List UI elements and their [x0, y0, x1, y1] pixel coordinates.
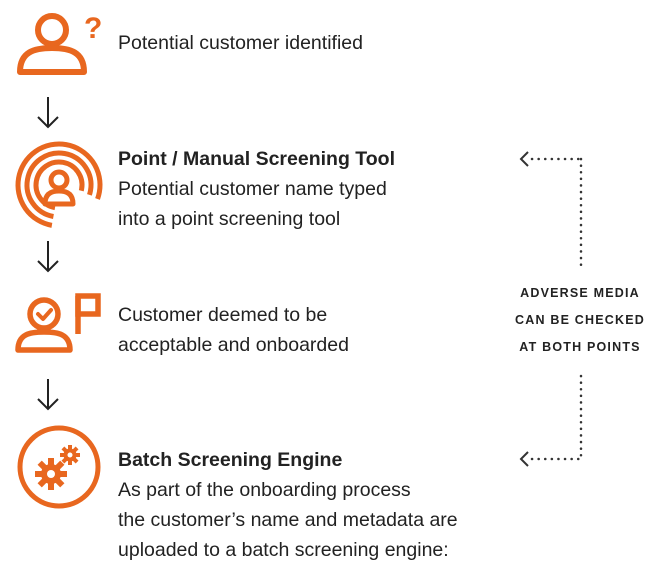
side-note-line-1: ADVERSE MEDIA: [520, 286, 640, 300]
side-note-line-2: CAN BE CHECKED: [514, 313, 645, 327]
side-note: ADVERSE MEDIA CAN BE CHECKED AT BOTH POI…: [500, 280, 660, 361]
side-note-line-3: AT BOTH POINTS: [519, 340, 641, 354]
